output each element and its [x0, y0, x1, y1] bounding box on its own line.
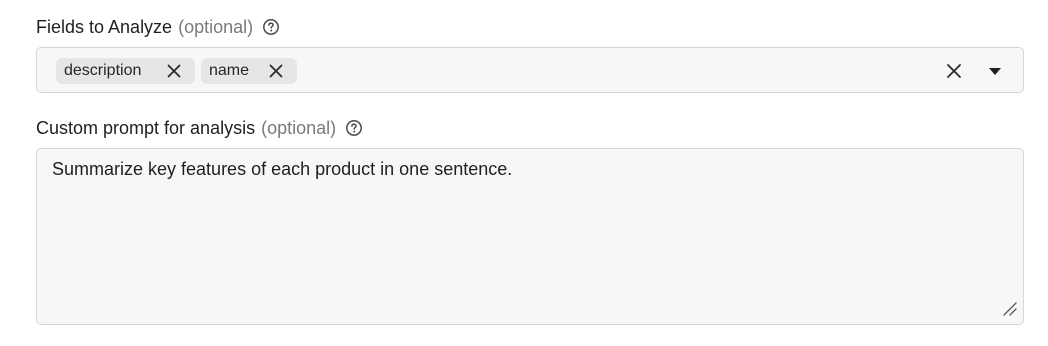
fields-multiselect[interactable]: description name: [36, 47, 1024, 93]
clear-all-icon[interactable]: [945, 62, 963, 80]
fields-label: Fields to Analyze: [36, 17, 173, 37]
prompt-optional-label: (optional): [261, 118, 337, 138]
prompt-label-row: Custom prompt for analysis (optional): [36, 117, 363, 139]
fields-optional-label: (optional): [178, 17, 254, 37]
caret-down-icon[interactable]: [986, 64, 1004, 78]
chip-name: name: [201, 58, 297, 84]
chip-label: description: [64, 62, 142, 79]
fields-label-row: Fields to Analyze (optional): [36, 16, 280, 38]
close-icon[interactable]: [166, 63, 182, 79]
chip-description: description: [56, 58, 195, 84]
help-circle-icon[interactable]: [262, 18, 280, 36]
chip-label: name: [209, 62, 250, 79]
custom-prompt-textarea[interactable]: [36, 148, 1024, 325]
resize-handle-icon[interactable]: [1001, 300, 1017, 316]
prompt-label: Custom prompt for analysis: [36, 118, 256, 138]
close-icon[interactable]: [268, 63, 284, 79]
help-circle-icon[interactable]: [345, 119, 363, 137]
